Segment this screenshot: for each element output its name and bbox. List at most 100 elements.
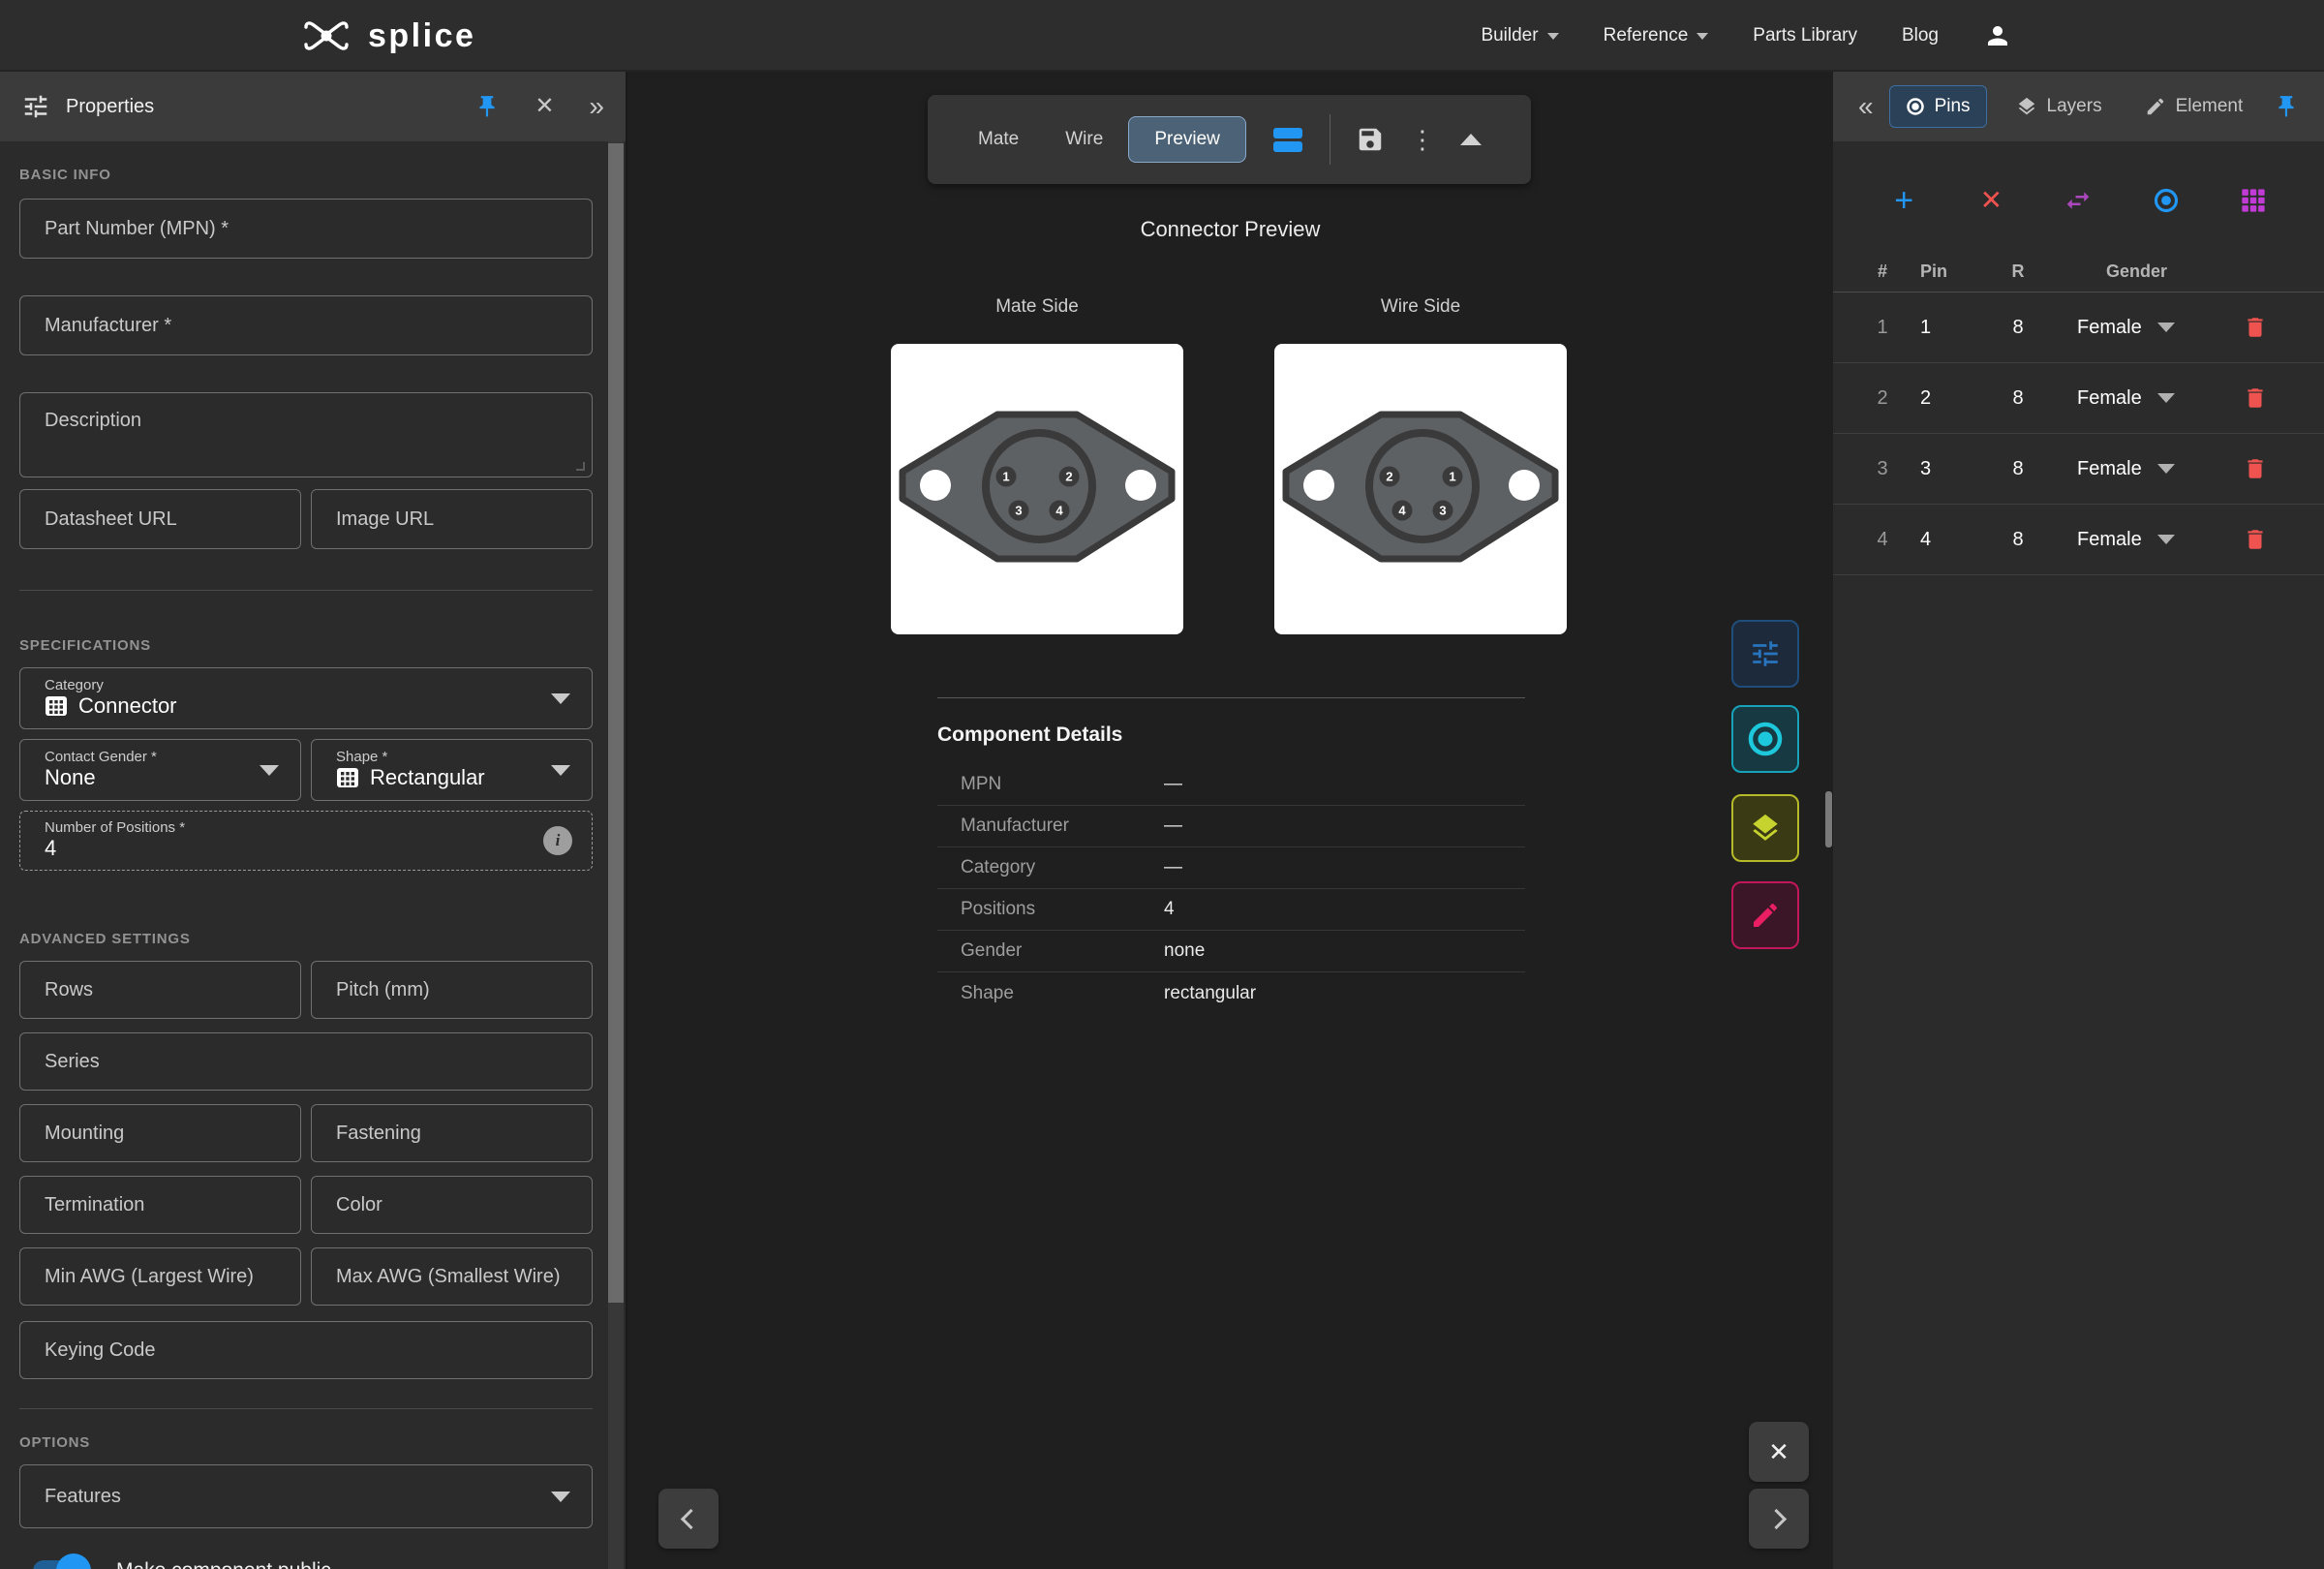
delete-pin-button[interactable] [2234, 306, 2277, 349]
chevron-down-icon [551, 1492, 570, 1502]
delete-pin-button[interactable] [2234, 377, 2277, 419]
pin-target-button[interactable] [2150, 184, 2183, 217]
gender-select[interactable]: Female [2062, 387, 2226, 410]
details-row: Shaperectangular [937, 972, 1525, 1014]
pencil-icon [1750, 900, 1781, 931]
pin-icon[interactable] [2274, 94, 2299, 119]
swap-icon [2064, 186, 2093, 215]
min-awg-field[interactable]: Min AWG (Largest Wire) [19, 1247, 301, 1306]
swap-pins-button[interactable] [2062, 184, 2095, 217]
tab-mate[interactable]: Mate [963, 117, 1034, 162]
properties-tool-button[interactable] [1731, 620, 1799, 688]
delete-pin-button[interactable] [2234, 518, 2277, 561]
tune-icon [21, 92, 50, 121]
more-options-button[interactable]: ⋮ [1410, 125, 1435, 155]
splice-logo-icon [302, 18, 351, 53]
splice-logo[interactable]: splice [302, 0, 475, 72]
mate-side-label: Mate Side [891, 296, 1183, 318]
prev-page-button[interactable] [658, 1489, 719, 1549]
delete-all-pins-button[interactable]: ✕ [1974, 184, 2007, 217]
category-select[interactable]: Category Connector [19, 667, 593, 729]
wire-side-diagram: 2 1 4 3 [1274, 344, 1567, 634]
add-pin-button[interactable]: + [1887, 184, 1920, 217]
view-toolbar: Mate Wire Preview ⋮ [928, 95, 1531, 184]
shape-select[interactable]: Shape * Rectangular [311, 739, 593, 801]
pin-icon[interactable] [474, 94, 500, 119]
svg-text:1: 1 [1449, 470, 1455, 484]
chevron-down-icon [1697, 33, 1708, 40]
manufacturer-field[interactable]: Manufacturer * [19, 295, 593, 355]
close-icon[interactable]: ✕ [535, 95, 554, 118]
details-row: Manufacturer— [937, 806, 1525, 847]
chevron-down-icon [2157, 323, 2175, 332]
termination-field[interactable]: Termination [19, 1176, 301, 1234]
datasheet-url-field[interactable]: Datasheet URL [19, 489, 301, 549]
section-divider [19, 590, 593, 591]
table-row: 4 4 8 Female [1833, 505, 2324, 575]
collapse-toolbar-button[interactable] [1460, 134, 1482, 145]
collapse-panel-icon[interactable]: » [589, 93, 604, 120]
tab-wire[interactable]: Wire [1050, 117, 1118, 162]
properties-panel: Properties ✕ » BASIC INFO Part Number (M… [0, 72, 627, 1569]
mounting-field[interactable]: Mounting [19, 1104, 301, 1162]
canvas-scrollbar-thumb[interactable] [1825, 791, 1832, 847]
svg-text:1: 1 [1002, 470, 1009, 484]
make-public-toggle[interactable] [33, 1560, 89, 1569]
nav-item-reference[interactable]: Reference [1604, 25, 1709, 46]
features-select[interactable]: Features [19, 1464, 593, 1528]
section-specifications: SPECIFICATIONS [19, 637, 593, 654]
preview-canvas: Mate Wire Preview ⋮ Connector Preview Ma… [627, 72, 1833, 1569]
connector-drawing: 2 1 4 3 [1274, 344, 1567, 634]
top-navbar: splice Builder Reference Parts Library B… [0, 0, 2324, 72]
color-field[interactable]: Color [311, 1176, 593, 1234]
layers-icon [1749, 812, 1782, 845]
chevron-down-icon [2157, 535, 2175, 544]
part-number-field[interactable]: Part Number (MPN) * [19, 199, 593, 259]
max-awg-field[interactable]: Max AWG (Smallest Wire) [311, 1247, 593, 1306]
nav-item-builder[interactable]: Builder [1481, 25, 1558, 46]
description-field[interactable]: Description [19, 392, 593, 477]
tab-layers[interactable]: Layers [2016, 96, 2102, 117]
nav-item-blog[interactable]: Blog [1902, 25, 1939, 46]
split-view-button[interactable] [1271, 125, 1304, 154]
keying-code-field[interactable]: Keying Code [19, 1321, 593, 1379]
details-row: Positions4 [937, 889, 1525, 931]
mate-side-diagram: 1 2 3 4 [891, 344, 1183, 634]
rows-field[interactable]: Rows [19, 961, 301, 1019]
image-url-field[interactable]: Image URL [311, 489, 593, 549]
chevron-right-icon [1766, 1508, 1787, 1528]
section-options: OPTIONS [19, 1434, 593, 1451]
gender-select[interactable]: Female [2062, 458, 2226, 480]
save-button[interactable] [1356, 125, 1385, 154]
edit-tool-button[interactable] [1731, 881, 1799, 949]
next-page-button[interactable] [1749, 1489, 1809, 1549]
person-icon [1983, 21, 2012, 50]
account-button[interactable] [1983, 21, 2012, 50]
layers-icon [2016, 96, 2037, 117]
close-preview-button[interactable]: ✕ [1749, 1422, 1809, 1482]
fastening-field[interactable]: Fastening [311, 1104, 593, 1162]
left-panel-scrollbar-thumb[interactable] [608, 143, 624, 1303]
app-window: splice Builder Reference Parts Library B… [0, 0, 2324, 1569]
pin-grid-button[interactable] [2237, 184, 2270, 217]
number-of-positions-field[interactable]: Number of Positions * 4 i [19, 811, 593, 871]
gender-select[interactable]: Female [2062, 317, 2226, 339]
collapse-panel-icon[interactable]: « [1858, 93, 1874, 120]
details-row: Gendernone [937, 931, 1525, 972]
tab-element[interactable]: Element [2145, 96, 2244, 117]
gender-select[interactable]: Female [2062, 529, 2226, 551]
close-icon: ✕ [1768, 1439, 1789, 1464]
trash-icon [2243, 456, 2268, 481]
contact-gender-select[interactable]: Contact Gender * None [19, 739, 301, 801]
info-icon[interactable]: i [543, 826, 572, 855]
delete-pin-button[interactable] [2234, 447, 2277, 490]
tab-preview[interactable]: Preview [1128, 116, 1246, 163]
layers-tool-button[interactable] [1731, 794, 1799, 862]
pins-toolbar: + ✕ [1833, 184, 2324, 217]
pitch-field[interactable]: Pitch (mm) [311, 961, 593, 1019]
brand-wordmark: splice [368, 17, 475, 55]
tab-pins[interactable]: Pins [1889, 85, 1987, 128]
pins-tool-button[interactable] [1731, 705, 1799, 773]
series-field[interactable]: Series [19, 1032, 593, 1091]
nav-item-parts-library[interactable]: Parts Library [1753, 25, 1857, 46]
